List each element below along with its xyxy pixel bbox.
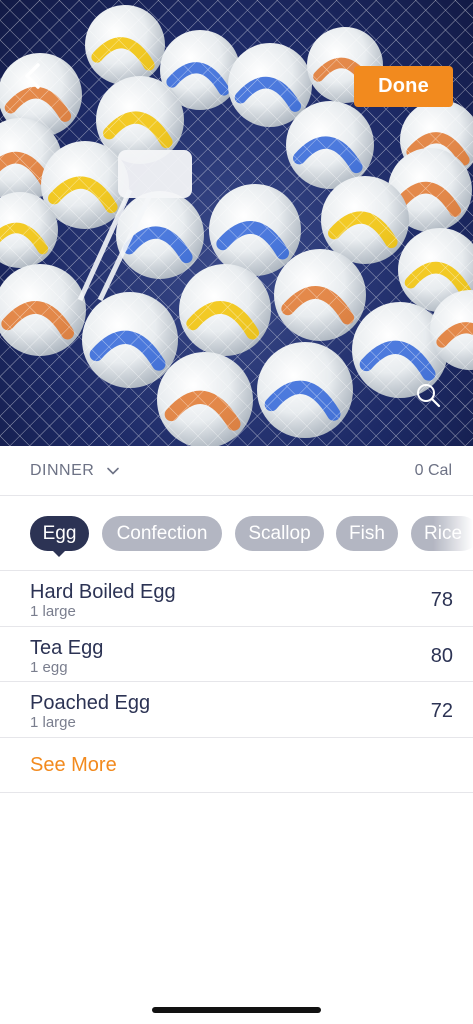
meal-header: DINNER 0 Cal	[0, 446, 473, 496]
active-chip-pointer	[51, 549, 67, 557]
food-serving: 1 egg	[30, 658, 68, 676]
food-serving: 1 large	[30, 603, 76, 620]
meal-name: DINNER	[30, 462, 95, 479]
search-icon	[417, 384, 441, 408]
food-name: Poached Egg	[30, 692, 151, 714]
food-row[interactable]: Hard Boiled Egg 1 large 78	[0, 571, 473, 627]
back-button[interactable]	[22, 62, 58, 102]
chevron-down-icon	[107, 467, 120, 475]
food-name: Tea Egg	[30, 636, 104, 659]
food-serving: 1 large	[30, 714, 76, 731]
see-more-link[interactable]: See More	[30, 754, 117, 777]
chip-scallop[interactable]: Scallop	[235, 516, 324, 551]
food-name: Hard Boiled Egg	[30, 581, 176, 603]
food-calories: 78	[430, 589, 453, 611]
food-row[interactable]: Poached Egg 1 large 72	[0, 682, 473, 738]
meal-calories: 0 Cal	[414, 462, 452, 479]
food-photo: Done	[0, 0, 473, 446]
chip-fish[interactable]: Fish	[336, 516, 398, 551]
chips-fade	[433, 496, 473, 570]
meal-selector[interactable]: DINNER	[30, 446, 120, 496]
category-chips: Egg Confection Scallop Fish Rice	[0, 496, 473, 571]
photo-search-button[interactable]	[413, 380, 445, 412]
chip-egg[interactable]: Egg	[30, 516, 89, 551]
done-button[interactable]: Done	[354, 66, 453, 107]
see-more-row: See More	[0, 738, 473, 793]
chip-confection[interactable]: Confection	[102, 516, 222, 551]
home-indicator[interactable]	[152, 1007, 321, 1013]
food-row[interactable]: Tea Egg 1 egg 80	[0, 627, 473, 682]
food-calories: 80	[430, 644, 453, 667]
food-calories: 72	[430, 700, 453, 722]
chevron-left-icon	[25, 63, 40, 89]
food-list: Hard Boiled Egg 1 large 78 Tea Egg 1 egg…	[0, 571, 473, 793]
